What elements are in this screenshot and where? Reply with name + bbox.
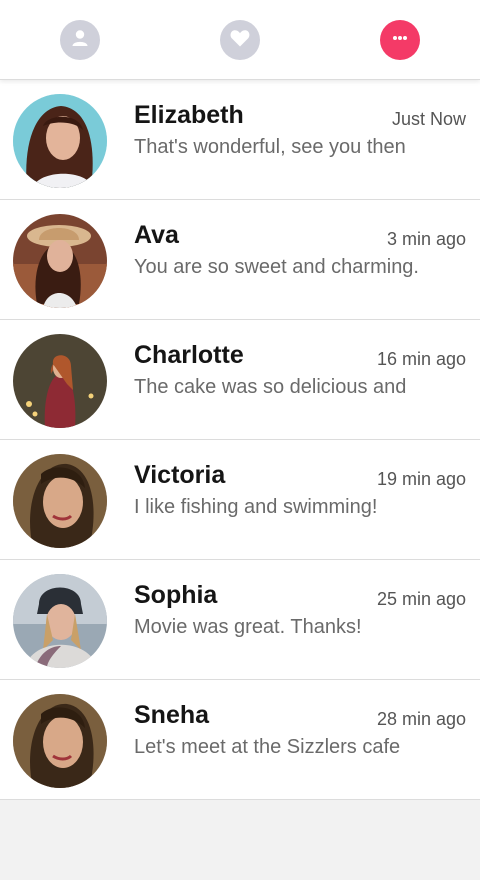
avatar[interactable] [13,574,107,668]
message-preview: The cake was so delicious and [134,376,407,398]
timestamp: 19 min ago [376,469,466,489]
avatar[interactable] [13,214,107,308]
contact-name: Victoria [134,461,226,489]
conversation-row[interactable]: Victoria 19 min ago I like fishing and s… [0,440,480,560]
contact-name: Sophia [134,581,218,609]
avatar[interactable] [13,334,107,428]
conversation-row[interactable]: Sneha 28 min ago Let's meet at the Sizzl… [0,680,480,800]
contact-name: Ava [134,221,179,249]
chat-bubble-icon [387,27,413,54]
avatar[interactable] [13,454,107,548]
timestamp: 28 min ago [376,709,466,729]
contact-name: Elizabeth [134,101,244,129]
user-icon [70,28,90,53]
message-preview: Movie was great. Thanks! [134,616,362,638]
avatar[interactable] [13,694,107,788]
conversation-row[interactable]: Ava 3 min ago You are so sweet and charm… [0,200,480,320]
likes-tab[interactable] [220,20,260,60]
message-preview: I like fishing and swimming! [134,496,378,518]
avatar[interactable] [13,94,107,188]
message-preview: You are so sweet and charming. [134,256,419,278]
heart-icon [229,28,251,53]
conversation-row[interactable]: Sophia 25 min ago Movie was great. Thank… [0,560,480,680]
conversation-row[interactable]: Elizabeth Just Now That's wonderful, see… [0,80,480,200]
top-tab-bar [0,0,480,80]
contact-name: Sneha [134,701,210,729]
timestamp: Just Now [391,109,466,129]
profile-tab[interactable] [60,20,100,60]
messages-tab[interactable] [380,20,420,60]
timestamp: 16 min ago [376,349,466,369]
timestamp: 3 min ago [386,229,466,249]
timestamp: 25 min ago [376,589,466,609]
contact-name: Charlotte [134,341,244,369]
conversation-row[interactable]: Charlotte 16 min ago The cake was so del… [0,320,480,440]
message-preview: Let's meet at the Sizzlers cafe [134,736,401,758]
message-preview: That's wonderful, see you then [134,136,406,158]
conversation-list: Elizabeth Just Now That's wonderful, see… [0,80,480,800]
